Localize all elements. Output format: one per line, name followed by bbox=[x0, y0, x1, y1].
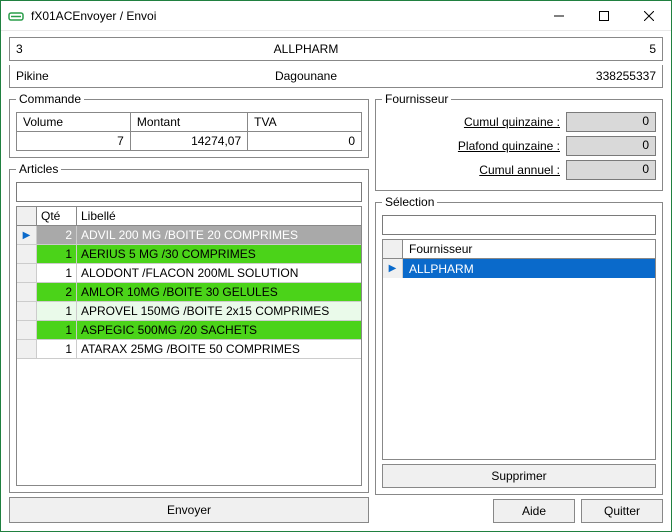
cumul-annuel-label: Cumul annuel : bbox=[382, 163, 560, 177]
articles-row[interactable]: 1APROVEL 150MG /BOITE 2x15 COMPRIMES bbox=[17, 302, 361, 321]
cumul-quinzaine-row: Cumul quinzaine : 0 bbox=[382, 112, 656, 132]
selection-grid-header: Fournisseur bbox=[383, 240, 655, 259]
plafond-quinzaine-label: Plafond quinzaine : bbox=[382, 139, 560, 153]
commande-hdr-tva: TVA bbox=[248, 113, 362, 132]
articles-cell-qte: 2 bbox=[37, 283, 77, 302]
selection-cell-name: ALLPHARM bbox=[403, 259, 655, 278]
articles-cell-libelle: ALODONT /FLACON 200ML SOLUTION bbox=[77, 264, 361, 283]
articles-cell-libelle: ADVIL 200 MG /BOITE 20 COMPRIMES bbox=[77, 226, 361, 245]
articles-cell-qte: 2 bbox=[37, 226, 77, 245]
selection-group: Sélection Fournisseur ▶ ALLPHARM Supprime… bbox=[375, 195, 663, 495]
articles-cell-libelle: APROVEL 150MG /BOITE 2x15 COMPRIMES bbox=[77, 302, 361, 321]
main-row: Commande Volume Montant TVA 7 14274,07 0 bbox=[9, 92, 663, 523]
row-indicator bbox=[17, 321, 37, 340]
articles-grid: Qté Libellé ▶2ADVIL 200 MG /BOITE 20 COM… bbox=[16, 206, 362, 486]
selection-legend: Sélection bbox=[382, 195, 437, 209]
commande-header-row: Volume Montant TVA bbox=[17, 113, 362, 132]
plafond-quinzaine-value: 0 bbox=[566, 136, 656, 156]
info2-center: Dagounane bbox=[76, 69, 536, 83]
commande-table: Volume Montant TVA 7 14274,07 0 bbox=[16, 112, 362, 151]
row-indicator bbox=[17, 245, 37, 264]
articles-cell-qte: 1 bbox=[37, 245, 77, 264]
info2-left: Pikine bbox=[16, 69, 76, 83]
content: 3 ALLPHARM 5 Pikine Dagounane 338255337 … bbox=[1, 31, 671, 531]
articles-cell-qte: 1 bbox=[37, 264, 77, 283]
row-indicator bbox=[17, 264, 37, 283]
commande-value-row: 7 14274,07 0 bbox=[17, 132, 362, 151]
articles-row[interactable]: 2AMLOR 10MG /BOITE 30 GELULES bbox=[17, 283, 361, 302]
articles-search-input[interactable] bbox=[16, 182, 362, 202]
articles-group: Articles Qté Libellé ▶2ADVIL 200 MG /BOI… bbox=[9, 162, 369, 493]
current-row-icon: ▶ bbox=[23, 230, 31, 241]
window: fX01ACEnvoyer / Envoi 3 ALLPHARM 5 Pikin… bbox=[0, 0, 672, 532]
info1-right: 5 bbox=[536, 42, 656, 56]
articles-cell-qte: 1 bbox=[37, 321, 77, 340]
cumul-quinzaine-label: Cumul quinzaine : bbox=[382, 115, 560, 129]
articles-cell-libelle: ASPEGIC 500MG /20 SACHETS bbox=[77, 321, 361, 340]
info-row-1: 3 ALLPHARM 5 bbox=[9, 37, 663, 61]
articles-grid-body[interactable]: ▶2ADVIL 200 MG /BOITE 20 COMPRIMES1AERIU… bbox=[17, 226, 361, 485]
selection-hdr-fournisseur[interactable]: Fournisseur bbox=[403, 240, 655, 258]
info2-right: 338255337 bbox=[536, 69, 656, 83]
current-row-icon: ▶ bbox=[389, 263, 397, 274]
articles-row[interactable]: 1ALODONT /FLACON 200ML SOLUTION bbox=[17, 264, 361, 283]
articles-hdr-selector bbox=[17, 207, 37, 225]
bottom-buttons: Aide Quitter bbox=[375, 499, 663, 523]
commande-legend: Commande bbox=[16, 92, 84, 106]
articles-row[interactable]: 1ATARAX 25MG /BOITE 50 COMPRIMES bbox=[17, 340, 361, 359]
close-button[interactable] bbox=[626, 1, 671, 31]
articles-row[interactable]: 1ASPEGIC 500MG /20 SACHETS bbox=[17, 321, 361, 340]
articles-row[interactable]: ▶ 2ADVIL 200 MG /BOITE 20 COMPRIMES bbox=[17, 226, 361, 245]
selection-row[interactable]: ▶ ALLPHARM bbox=[383, 259, 655, 278]
supprimer-button[interactable]: Supprimer bbox=[382, 464, 656, 488]
commande-montant: 14274,07 bbox=[130, 132, 247, 151]
row-indicator bbox=[17, 340, 37, 359]
row-indicator bbox=[17, 283, 37, 302]
articles-hdr-qte[interactable]: Qté bbox=[37, 207, 77, 225]
row-indicator: ▶ bbox=[17, 226, 37, 245]
envoyer-button[interactable]: Envoyer bbox=[9, 497, 369, 523]
commande-hdr-volume: Volume bbox=[17, 113, 131, 132]
info1-center: ALLPHARM bbox=[76, 42, 536, 56]
row-indicator: ▶ bbox=[383, 259, 403, 278]
plafond-quinzaine-row: Plafond quinzaine : 0 bbox=[382, 136, 656, 156]
right-column: Fournisseur Cumul quinzaine : 0 Plafond … bbox=[375, 92, 663, 523]
window-title: fX01ACEnvoyer / Envoi bbox=[31, 9, 536, 23]
commande-hdr-montant: Montant bbox=[130, 113, 247, 132]
info1-left: 3 bbox=[16, 42, 76, 56]
articles-cell-libelle: AERIUS 5 MG /30 COMPRIMES bbox=[77, 245, 361, 264]
articles-legend: Articles bbox=[16, 162, 61, 176]
selection-search-input[interactable] bbox=[382, 215, 656, 235]
fournisseur-legend: Fournisseur bbox=[382, 92, 451, 106]
articles-hdr-libelle[interactable]: Libellé bbox=[77, 207, 361, 225]
selection-grid-body[interactable]: ▶ ALLPHARM bbox=[383, 259, 655, 459]
cumul-annuel-value: 0 bbox=[566, 160, 656, 180]
articles-row[interactable]: 1AERIUS 5 MG /30 COMPRIMES bbox=[17, 245, 361, 264]
quitter-button[interactable]: Quitter bbox=[581, 499, 663, 523]
articles-cell-qte: 1 bbox=[37, 302, 77, 321]
minimize-button[interactable] bbox=[536, 1, 581, 31]
cumul-annuel-row: Cumul annuel : 0 bbox=[382, 160, 656, 180]
row-indicator bbox=[17, 302, 37, 321]
titlebar: fX01ACEnvoyer / Envoi bbox=[1, 1, 671, 31]
commande-group: Commande Volume Montant TVA 7 14274,07 0 bbox=[9, 92, 369, 158]
left-column: Commande Volume Montant TVA 7 14274,07 0 bbox=[9, 92, 369, 523]
commande-tva: 0 bbox=[248, 132, 362, 151]
selection-grid: Fournisseur ▶ ALLPHARM bbox=[382, 239, 656, 460]
info-row-2: Pikine Dagounane 338255337 bbox=[9, 65, 663, 88]
fournisseur-group: Fournisseur Cumul quinzaine : 0 Plafond … bbox=[375, 92, 663, 191]
aide-button[interactable]: Aide bbox=[493, 499, 575, 523]
articles-cell-libelle: ATARAX 25MG /BOITE 50 COMPRIMES bbox=[77, 340, 361, 359]
selection-hdr-selector bbox=[383, 240, 403, 258]
maximize-button[interactable] bbox=[581, 1, 626, 31]
articles-cell-qte: 1 bbox=[37, 340, 77, 359]
articles-grid-header: Qté Libellé bbox=[17, 207, 361, 226]
app-icon bbox=[7, 7, 25, 25]
commande-volume: 7 bbox=[17, 132, 131, 151]
articles-cell-libelle: AMLOR 10MG /BOITE 30 GELULES bbox=[77, 283, 361, 302]
cumul-quinzaine-value: 0 bbox=[566, 112, 656, 132]
